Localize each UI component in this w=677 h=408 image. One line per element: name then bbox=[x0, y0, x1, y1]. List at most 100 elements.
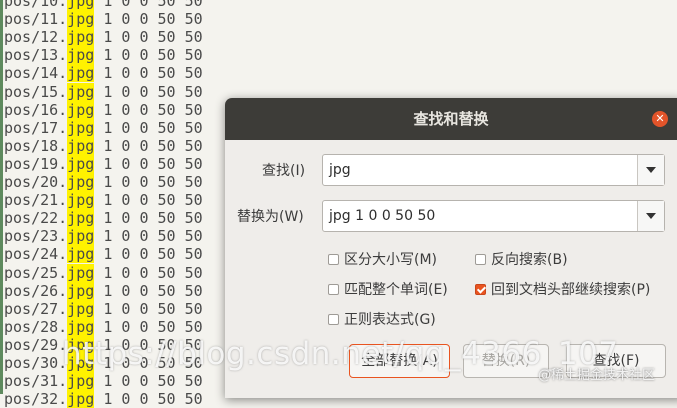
line-prefix: pos/20. bbox=[4, 173, 68, 191]
regex-box[interactable] bbox=[328, 314, 339, 325]
backwards-box[interactable] bbox=[475, 254, 486, 265]
line-prefix: pos/28. bbox=[4, 317, 68, 336]
search-match-highlight: jpg bbox=[67, 64, 95, 83]
line-prefix: pos/18. bbox=[4, 136, 68, 155]
line-suffix: 1 0 0 50 50 bbox=[94, 390, 203, 408]
line-prefix: pos/19. bbox=[4, 154, 68, 173]
editor-line: pos/23.jpg 1 0 0 50 50 bbox=[4, 227, 203, 246]
search-match-highlight: jpg bbox=[67, 263, 95, 282]
line-suffix: 1 0 0 50 50 bbox=[94, 173, 203, 191]
line-suffix: 1 0 0 50 50 bbox=[94, 281, 203, 300]
search-match-highlight: jpg bbox=[67, 46, 95, 65]
search-match-highlight: jpg bbox=[67, 28, 95, 47]
editor-line: pos/17.jpg 1 0 0 50 50 bbox=[4, 118, 203, 137]
editor-line: pos/22.jpg 1 0 0 50 50 bbox=[4, 209, 203, 228]
search-match-highlight: jpg bbox=[67, 154, 95, 173]
line-suffix: 1 0 0 50 50 bbox=[94, 46, 203, 65]
line-prefix: pos/26. bbox=[4, 281, 68, 300]
line-prefix: pos/23. bbox=[4, 227, 68, 246]
editor-line: pos/32.jpg 1 0 0 50 50 bbox=[4, 390, 203, 408]
line-prefix: pos/15. bbox=[4, 82, 68, 101]
line-suffix: 1 0 0 50 50 bbox=[94, 209, 203, 228]
gutter-line bbox=[0, 0, 3, 394]
line-prefix: pos/31. bbox=[4, 372, 68, 391]
regex-label: 正则表达式(G) bbox=[344, 312, 436, 328]
search-match-highlight: jpg bbox=[67, 299, 95, 318]
replace-dropdown-button[interactable] bbox=[637, 201, 664, 231]
line-suffix: 1 0 0 50 50 bbox=[94, 317, 203, 336]
whole-word-box[interactable] bbox=[328, 284, 339, 295]
line-suffix: 1 0 0 50 50 bbox=[94, 100, 203, 119]
editor-line: pos/10.jpg 1 0 0 50 50 bbox=[4, 0, 203, 10]
line-prefix: pos/17. bbox=[4, 118, 68, 137]
editor-line: pos/14.jpg 1 0 0 50 50 bbox=[4, 64, 203, 83]
line-prefix: pos/29. bbox=[4, 335, 68, 354]
search-match-highlight: jpg bbox=[67, 173, 95, 191]
replace-combo[interactable]: jpg 1 0 0 50 50 bbox=[322, 200, 665, 232]
find-label: 查找(I) bbox=[262, 163, 306, 179]
line-prefix: pos/30. bbox=[4, 354, 68, 372]
line-prefix: pos/12. bbox=[4, 28, 68, 47]
line-suffix: 1 0 0 50 50 bbox=[94, 136, 203, 155]
search-match-highlight: jpg bbox=[67, 82, 95, 101]
line-suffix: 1 0 0 50 50 bbox=[94, 0, 203, 10]
search-match-highlight: jpg bbox=[67, 100, 95, 119]
find-dropdown-button[interactable] bbox=[637, 155, 664, 185]
editor-line: pos/27.jpg 1 0 0 50 50 bbox=[4, 299, 203, 318]
line-suffix: 1 0 0 50 50 bbox=[94, 82, 203, 101]
editor-line: pos/13.jpg 1 0 0 50 50 bbox=[4, 46, 203, 65]
line-prefix: pos/10. bbox=[4, 0, 68, 10]
editor-line: pos/16.jpg 1 0 0 50 50 bbox=[4, 100, 203, 119]
line-suffix: 1 0 0 50 50 bbox=[94, 64, 203, 83]
close-icon[interactable]: ✕ bbox=[652, 111, 668, 127]
line-prefix: pos/13. bbox=[4, 46, 68, 65]
search-match-highlight: jpg bbox=[67, 0, 95, 10]
search-match-highlight: jpg bbox=[67, 10, 95, 29]
editor-line: pos/12.jpg 1 0 0 50 50 bbox=[4, 28, 203, 47]
replace-label: 替换为(W) bbox=[237, 209, 304, 225]
whole-word-label: 匹配整个单词(E) bbox=[344, 282, 448, 298]
watermark-url: https://blog.csdn.net/qq_4366_107 bbox=[62, 336, 619, 372]
editor-line: pos/11.jpg 1 0 0 50 50 bbox=[4, 10, 203, 29]
search-match-highlight: jpg bbox=[67, 118, 95, 137]
wrap-around-label: 回到文档头部继续搜索(P) bbox=[491, 282, 651, 298]
chevron-down-icon bbox=[646, 167, 656, 173]
replace-input[interactable]: jpg 1 0 0 50 50 bbox=[329, 201, 435, 231]
editor-line: pos/24.jpg 1 0 0 50 50 bbox=[4, 245, 203, 264]
editor-line: pos/18.jpg 1 0 0 50 50 bbox=[4, 136, 203, 155]
editor-line: pos/21.jpg 1 0 0 50 50 bbox=[4, 191, 203, 210]
find-combo[interactable]: jpg bbox=[322, 154, 665, 186]
match-case-box[interactable] bbox=[328, 254, 339, 265]
line-suffix: 1 0 0 50 50 bbox=[94, 28, 203, 47]
match-case-label: 区分大小写(M) bbox=[344, 252, 438, 268]
editor-line: pos/31.jpg 1 0 0 50 50 bbox=[4, 372, 203, 391]
editor-line: pos/28.jpg 1 0 0 50 50 bbox=[4, 317, 203, 336]
search-match-highlight: jpg bbox=[67, 372, 95, 391]
editor-line: pos/26.jpg 1 0 0 50 50 bbox=[4, 281, 203, 300]
find-input[interactable]: jpg bbox=[329, 155, 351, 185]
line-prefix: pos/25. bbox=[4, 263, 68, 282]
search-match-highlight: jpg bbox=[67, 281, 95, 300]
search-match-highlight: jpg bbox=[67, 191, 95, 210]
wrap-around-box[interactable] bbox=[475, 284, 486, 295]
line-suffix: 1 0 0 50 50 bbox=[94, 154, 203, 173]
line-suffix: 1 0 0 50 50 bbox=[94, 118, 203, 137]
editor-line: pos/25.jpg 1 0 0 50 50 bbox=[4, 263, 203, 282]
dialog-titlebar[interactable]: 查找和替换 ✕ bbox=[225, 98, 677, 140]
line-prefix: pos/16. bbox=[4, 100, 68, 119]
line-prefix: pos/24. bbox=[4, 245, 68, 264]
line-prefix: pos/27. bbox=[4, 299, 68, 318]
editor-line: pos/15.jpg 1 0 0 50 50 bbox=[4, 82, 203, 101]
editor-line: pos/19.jpg 1 0 0 50 50 bbox=[4, 154, 203, 173]
line-prefix: pos/32. bbox=[4, 390, 68, 408]
line-prefix: pos/21. bbox=[4, 191, 68, 210]
watermark-badge: @稀土掘金技术社区 bbox=[538, 368, 656, 383]
line-prefix: pos/11. bbox=[4, 10, 68, 29]
search-match-highlight: jpg bbox=[67, 136, 95, 155]
backwards-label: 反向搜索(B) bbox=[491, 252, 568, 268]
line-suffix: 1 0 0 50 50 bbox=[94, 263, 203, 282]
line-suffix: 1 0 0 50 50 bbox=[94, 227, 203, 246]
line-suffix: 1 0 0 50 50 bbox=[94, 245, 203, 264]
search-match-highlight: jpg bbox=[67, 209, 95, 228]
line-suffix: 1 0 0 50 50 bbox=[94, 299, 203, 318]
